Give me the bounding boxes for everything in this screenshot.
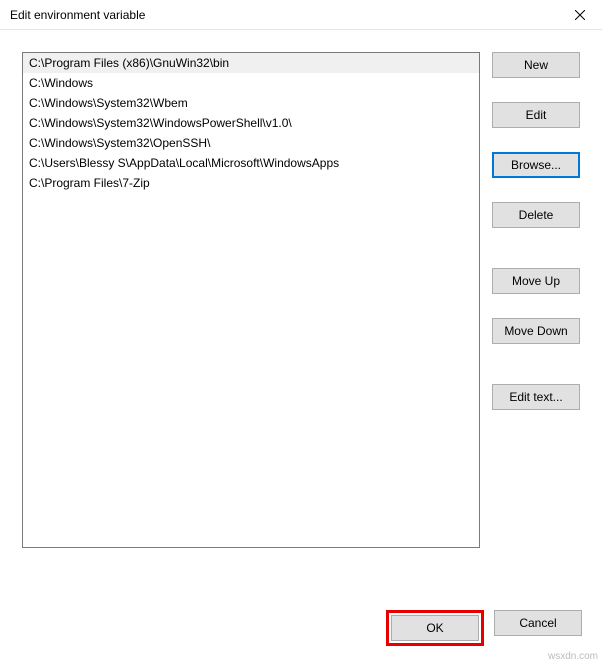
ok-button[interactable]: OK: [391, 615, 479, 641]
new-button[interactable]: New: [492, 52, 580, 78]
delete-button[interactable]: Delete: [492, 202, 580, 228]
side-buttons: New Edit Browse... Delete Move Up Move D…: [492, 52, 582, 582]
bottom-row: OK Cancel: [22, 610, 582, 646]
list-item[interactable]: C:\Program Files\7-Zip: [23, 173, 479, 193]
list-item[interactable]: C:\Windows\System32\WindowsPowerShell\v1…: [23, 113, 479, 133]
titlebar: Edit environment variable: [0, 0, 602, 30]
list-item[interactable]: C:\Users\Blessy S\AppData\Local\Microsof…: [23, 153, 479, 173]
list-item[interactable]: C:\Windows\System32\OpenSSH\: [23, 133, 479, 153]
move-down-button[interactable]: Move Down: [492, 318, 580, 344]
window-title: Edit environment variable: [10, 8, 557, 22]
list-item[interactable]: C:\Windows: [23, 73, 479, 93]
close-icon: [575, 10, 585, 20]
path-listbox[interactable]: C:\Program Files (x86)\GnuWin32\bin C:\W…: [22, 52, 480, 548]
cancel-button[interactable]: Cancel: [494, 610, 582, 636]
edit-text-button[interactable]: Edit text...: [492, 384, 580, 410]
move-up-button[interactable]: Move Up: [492, 268, 580, 294]
list-item[interactable]: C:\Program Files (x86)\GnuWin32\bin: [23, 53, 479, 73]
main-row: C:\Program Files (x86)\GnuWin32\bin C:\W…: [22, 52, 582, 582]
dialog-content: C:\Program Files (x86)\GnuWin32\bin C:\W…: [0, 30, 602, 664]
close-button[interactable]: [557, 0, 602, 30]
edit-button[interactable]: Edit: [492, 102, 580, 128]
browse-button[interactable]: Browse...: [492, 152, 580, 178]
list-item[interactable]: C:\Windows\System32\Wbem: [23, 93, 479, 113]
ok-highlight: OK: [386, 610, 484, 646]
